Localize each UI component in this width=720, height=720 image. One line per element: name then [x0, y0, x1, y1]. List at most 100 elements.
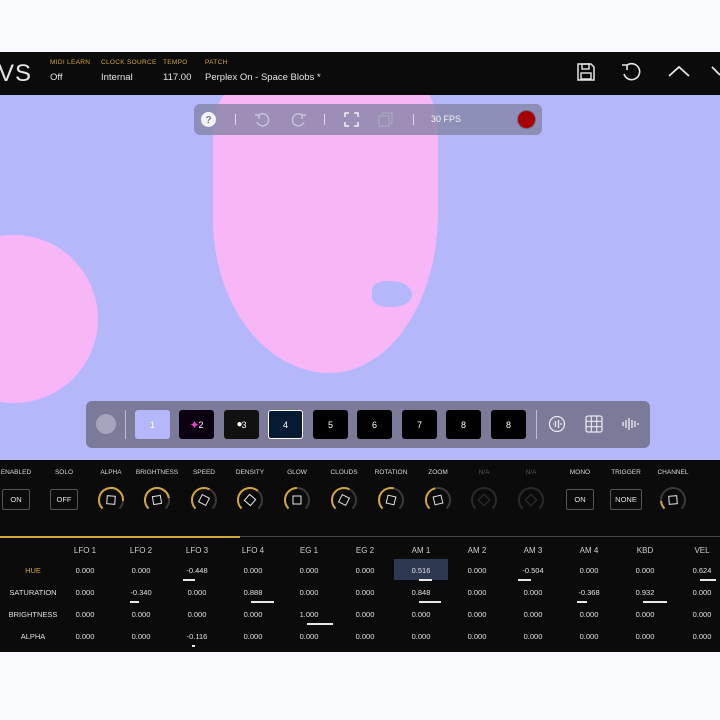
brightness-knob[interactable] [141, 484, 173, 516]
blob-hole [372, 281, 412, 307]
matrix-cell[interactable]: 0.000 [340, 566, 390, 575]
matrix-cell[interactable]: 0.000 [564, 632, 614, 641]
rotation-knob[interactable] [375, 484, 407, 516]
alpha-knob[interactable] [95, 484, 127, 516]
audio-icon[interactable] [548, 415, 566, 438]
matrix-cell[interactable]: 0.000 [508, 632, 558, 641]
glow-knob[interactable] [281, 484, 313, 516]
matrix-cell[interactable]: 0.000 [172, 610, 222, 619]
matrix-cell[interactable]: 0.000 [116, 566, 166, 575]
matrix-cell[interactable]: 0.000 [60, 632, 110, 641]
preset-slot-3[interactable]: ● 3 [224, 410, 259, 439]
tempo-field[interactable]: TEMPO 117.00 [163, 59, 191, 83]
toolbar-divider [324, 114, 325, 125]
visual-stage[interactable]: ? 30 FPS 1 ✦ 2 ● 3 4 5 6 7 8 8 [0, 95, 720, 460]
revert-icon[interactable] [621, 62, 643, 87]
matrix-cell[interactable]: -0.340 [116, 588, 166, 597]
preset-slot-2[interactable]: ✦ 2 [179, 410, 214, 439]
matrix-cell[interactable]: 0.000 [620, 610, 670, 619]
preset-slot-6[interactable]: 6 [357, 410, 392, 439]
matrix-cell[interactable]: -0.368 [564, 588, 614, 597]
clock-source-value: Internal [101, 72, 133, 83]
matrix-cell[interactable]: 0.000 [340, 610, 390, 619]
matrix-cell[interactable]: -0.116 [172, 632, 222, 641]
matrix-amount-bar [700, 579, 716, 581]
preset-slot-7[interactable]: 7 [402, 410, 437, 439]
preset-slot-5[interactable]: 5 [313, 410, 348, 439]
collapse-up-icon[interactable] [668, 64, 690, 83]
matrix-cell[interactable]: 0.624 [677, 566, 720, 575]
matrix-cell[interactable]: 0.000 [564, 610, 614, 619]
zoom-knob[interactable] [422, 484, 454, 516]
preset-toggle[interactable] [96, 414, 116, 434]
matrix-column-header: LFO 4 [241, 546, 265, 555]
matrix-cell[interactable]: 0.000 [228, 610, 278, 619]
matrix-cell[interactable]: 0.000 [620, 632, 670, 641]
matrix-cell[interactable]: 0.000 [172, 588, 222, 597]
matrix-amount-bar [419, 601, 441, 603]
clock-source-field[interactable]: CLOCK SOURCE Internal [101, 59, 157, 83]
matrix-cell[interactable]: 0.000 [60, 610, 110, 619]
record-button[interactable] [518, 111, 535, 128]
matrix-column-header: AM 1 [411, 546, 431, 555]
matrix-cell[interactable]: 0.000 [396, 610, 446, 619]
density-knob[interactable] [234, 484, 266, 516]
matrix-cell[interactable]: 0.000 [508, 588, 558, 597]
matrix-cell[interactable]: 0.932 [620, 588, 670, 597]
matrix-cell[interactable]: 1.000 [284, 610, 334, 619]
clouds-knob[interactable] [328, 484, 360, 516]
matrix-cell[interactable]: 0.000 [228, 566, 278, 575]
matrix-cell[interactable]: 0.516 [396, 566, 446, 575]
grid-icon[interactable] [585, 415, 603, 438]
preset-slot-4[interactable]: 4 [268, 410, 303, 439]
chevron-down-icon[interactable] [711, 64, 720, 83]
matrix-cell[interactable]: 0.000 [116, 632, 166, 641]
matrix-amount-bar [518, 579, 531, 581]
matrix-cell[interactable]: 0.000 [60, 588, 110, 597]
matrix-cell[interactable]: 0.000 [452, 588, 502, 597]
matrix-cell[interactable]: 0.000 [284, 588, 334, 597]
solo-button[interactable]: OFF [50, 489, 78, 510]
matrix-cell[interactable]: 0.000 [396, 632, 446, 641]
matrix-cell[interactable]: 0.000 [116, 610, 166, 619]
enabled-button[interactable]: ON [2, 489, 30, 510]
layer-controls-row: ENABLED ON SOLO OFF ALPHA BRIGHTNESS SPEED DENS… [0, 460, 720, 536]
matrix-cell[interactable]: 0.000 [677, 610, 720, 619]
matrix-cell[interactable]: -0.448 [172, 566, 222, 575]
trigger-button[interactable]: NONE [610, 489, 642, 510]
blob-tail [352, 155, 412, 251]
matrix-cell[interactable]: 0.000 [340, 588, 390, 597]
matrix-cell[interactable]: -0.504 [508, 566, 558, 575]
matrix-divider-line [240, 536, 720, 537]
matrix-cell[interactable]: 0.000 [452, 610, 502, 619]
save-icon[interactable] [576, 62, 596, 87]
matrix-cell[interactable]: 0.000 [60, 566, 110, 575]
matrix-cell[interactable]: 0.000 [620, 566, 670, 575]
matrix-cell[interactable]: 0.000 [452, 632, 502, 641]
help-icon[interactable]: ? [201, 112, 216, 132]
midi-learn-field[interactable]: MIDI LEARN Off [50, 59, 90, 83]
matrix-cell[interactable]: 0.000 [564, 566, 614, 575]
matrix-cell[interactable]: 0.848 [396, 588, 446, 597]
undo-icon[interactable] [254, 112, 270, 132]
fullscreen-icon[interactable] [344, 112, 359, 132]
redo-icon[interactable] [291, 112, 307, 132]
mono-button[interactable]: ON [566, 489, 594, 510]
preset-slot-1[interactable]: 1 [135, 410, 170, 439]
matrix-cell[interactable]: 0.000 [340, 632, 390, 641]
channel-knob[interactable] [657, 484, 689, 516]
matrix-cell[interactable]: 0.000 [677, 588, 720, 597]
matrix-cell[interactable]: 0.000 [452, 566, 502, 575]
waveform-icon[interactable] [621, 415, 639, 438]
patch-field[interactable]: PATCH Perplex On - Space Blobs * [205, 59, 321, 83]
matrix-cell[interactable]: 0.000 [284, 566, 334, 575]
matrix-cell[interactable]: 0.000 [677, 632, 720, 641]
matrix-cell[interactable]: 0.000 [284, 632, 334, 641]
preset-slot-9[interactable]: 8 [491, 410, 526, 439]
copy-icon[interactable] [378, 112, 393, 132]
matrix-cell[interactable]: 0.888 [228, 588, 278, 597]
preset-slot-8[interactable]: 8 [446, 410, 481, 439]
speed-knob[interactable] [188, 484, 220, 516]
matrix-cell[interactable]: 0.000 [228, 632, 278, 641]
matrix-cell[interactable]: 0.000 [508, 610, 558, 619]
